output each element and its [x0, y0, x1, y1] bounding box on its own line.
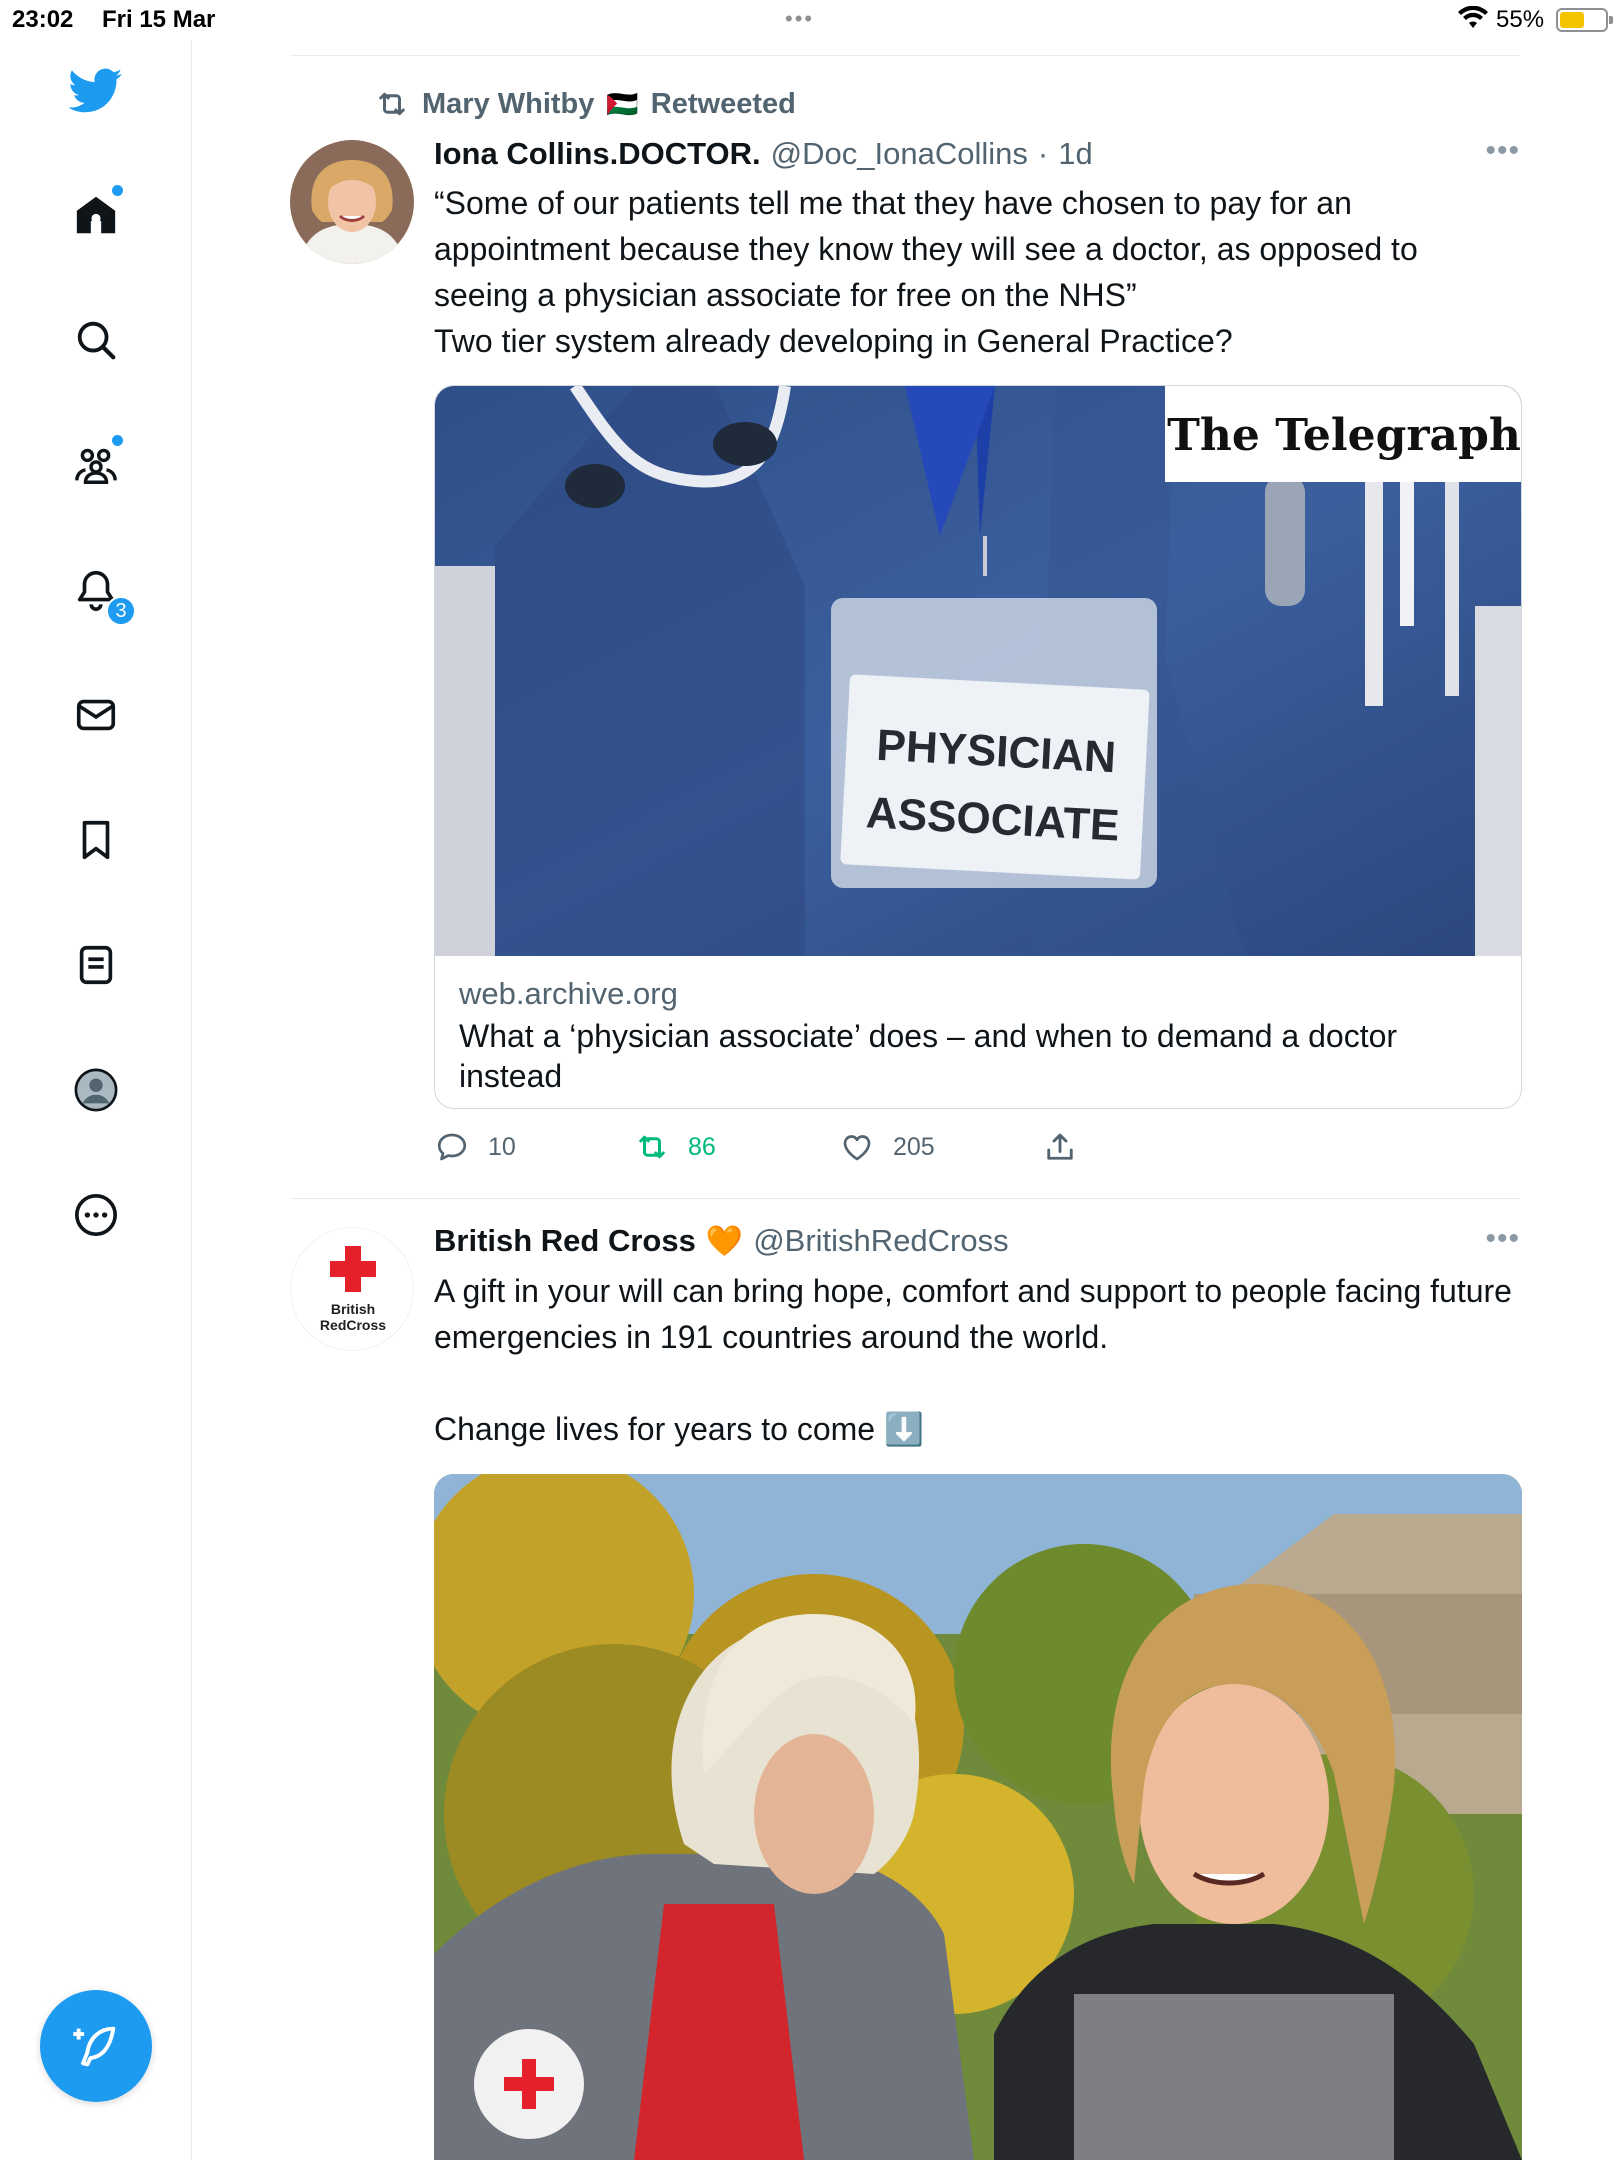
card-meta: web.archive.org What a ‘physician associ…	[459, 974, 1499, 1096]
time-separator: ·	[1037, 136, 1049, 171]
communities-unread-dot	[112, 435, 123, 446]
nav-home[interactable]	[66, 185, 126, 245]
status-date: Fri 15 Mar	[102, 6, 216, 33]
nav-more[interactable]	[66, 1185, 126, 1245]
tweet-more-icon[interactable]: •••	[1485, 1222, 1520, 1256]
communities-icon	[75, 448, 117, 484]
home-icon	[76, 196, 116, 234]
heart-icon	[843, 1135, 871, 1161]
tweet-photo[interactable]	[434, 1474, 1522, 2160]
retweet-button[interactable]: 86	[634, 1125, 716, 1169]
orange-heart-emoji: 🧡	[705, 1224, 744, 1258]
status-time: 23:02	[12, 6, 74, 33]
list-icon	[79, 945, 113, 985]
nav-lists[interactable]	[66, 935, 126, 995]
timeline-feed: Mary Whitby 🇵🇸 Retweeted Iona Collins.DO…	[290, 0, 1522, 2160]
telegraph-logo: The Telegraph	[1167, 410, 1521, 461]
tweet-photo-image	[434, 1474, 1522, 2160]
envelope-icon	[76, 699, 116, 731]
nav-communities[interactable]	[66, 435, 126, 495]
avatar-iona-collins[interactable]	[290, 140, 414, 264]
tweet-text: “Some of our patients tell me that they …	[434, 185, 1418, 359]
link-card[interactable]: PHYSICIAN ASSOCIATE The Telegraph web.ar…	[434, 385, 1522, 1109]
author-handle[interactable]: @Doc_IonaCollins	[771, 136, 1028, 172]
card-domain: web.archive.org	[459, 976, 678, 1011]
tweet-header: British Red Cross 🧡 @BritishRedCross	[434, 1219, 1009, 1263]
nav-messages[interactable]	[66, 685, 126, 745]
flag-emoji: 🇵🇸	[606, 88, 639, 119]
tweet-time[interactable]: 1d	[1058, 136, 1092, 172]
search-icon	[77, 321, 116, 360]
avatar-text-line2: RedCross	[320, 1317, 386, 1333]
like-count: 205	[893, 1132, 935, 1161]
tweet-actions: 10 86 205	[434, 1125, 1234, 1169]
share-button[interactable]	[1042, 1125, 1078, 1169]
reply-icon	[437, 1133, 467, 1161]
share-icon	[1047, 1133, 1073, 1160]
like-button[interactable]: 205	[839, 1125, 935, 1169]
retweet-count: 86	[688, 1132, 716, 1161]
home-unread-dot	[112, 185, 123, 196]
feed-top-divider	[290, 55, 1520, 56]
twitter-logo-icon[interactable]	[66, 60, 126, 120]
tweet-text: A gift in your will can bring hope, comf…	[434, 1273, 1512, 1447]
retweeter-name[interactable]: Mary Whitby	[422, 88, 594, 121]
reply-count: 10	[488, 1132, 516, 1161]
avatar-text-line1: British	[331, 1301, 375, 1317]
link-card-image: PHYSICIAN ASSOCIATE The Telegraph	[435, 386, 1521, 956]
avatar-british-red-cross[interactable]: British RedCross	[290, 1227, 414, 1351]
compose-button[interactable]	[40, 1990, 152, 2102]
notifications-badge: 3	[106, 596, 136, 626]
more-circle-icon	[75, 1194, 117, 1236]
author-name[interactable]: Iona Collins.DOCTOR.	[434, 136, 761, 172]
nav-bookmarks[interactable]	[66, 810, 126, 870]
tweet-header: Iona Collins.DOCTOR. @Doc_IonaCollins · …	[434, 132, 1093, 176]
tweet-more-icon[interactable]: •••	[1485, 134, 1520, 168]
author-name[interactable]: British Red Cross	[434, 1223, 696, 1259]
bookmark-icon	[82, 820, 110, 860]
retweeted-label: Retweeted	[650, 87, 796, 120]
retweet-icon	[639, 1135, 665, 1159]
nav-explore[interactable]	[66, 310, 126, 370]
profile-avatar-icon	[74, 1068, 118, 1112]
compose-feather-icon	[73, 2026, 116, 2067]
sidebar: 3	[0, 40, 192, 2160]
author-handle[interactable]: @BritishRedCross	[753, 1223, 1008, 1259]
nav-profile[interactable]	[66, 1060, 126, 1120]
tweet-british-red-cross[interactable]: British RedCross British Red Cross 🧡 @Br…	[290, 1198, 1522, 2160]
retweet-icon	[379, 92, 405, 116]
battery-icon	[1556, 8, 1613, 32]
reply-button[interactable]: 10	[434, 1125, 516, 1169]
retweet-context: Mary Whitby 🇵🇸 Retweeted	[374, 84, 796, 124]
card-title: What a ‘physician associate’ does – and …	[459, 1018, 1398, 1094]
